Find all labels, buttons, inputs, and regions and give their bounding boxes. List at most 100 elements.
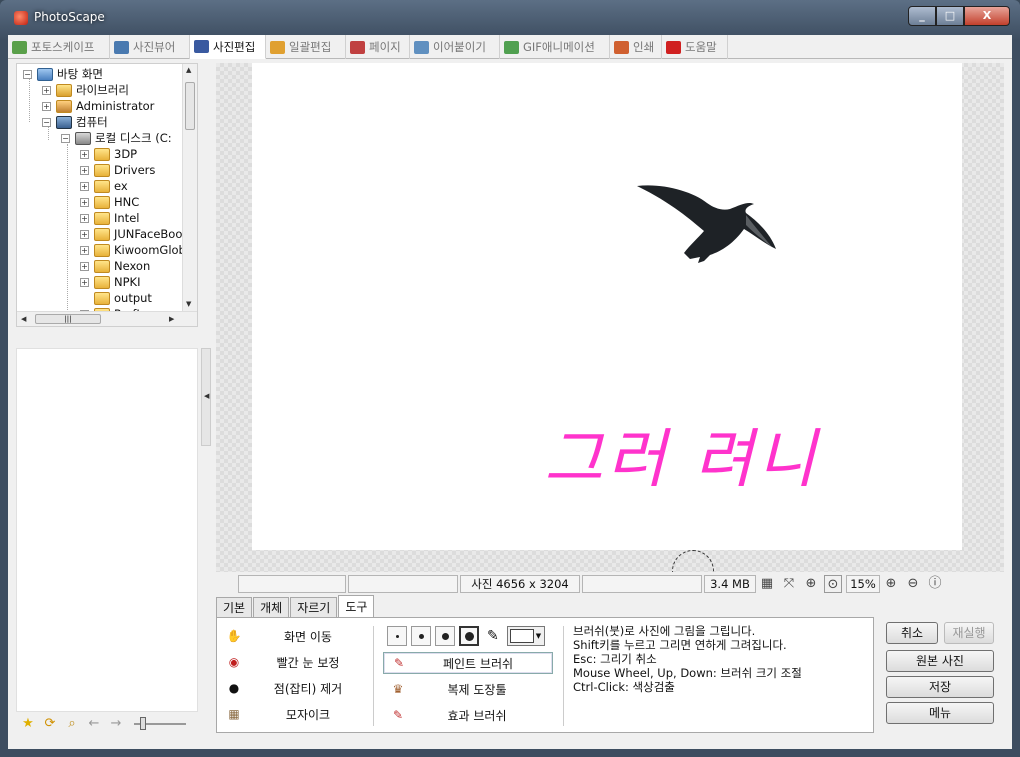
brush-tool-item[interactable]: ✎ 효과 브러쉬 [383, 704, 553, 726]
scroll-up-icon[interactable]: ▲ [186, 66, 191, 74]
brush-size-4[interactable] [459, 626, 479, 646]
computer-icon [56, 115, 72, 129]
scroll-right-icon[interactable]: ▶ [169, 315, 174, 323]
tab-6[interactable]: GIF애니메이션 [500, 35, 610, 59]
tab-2[interactable]: 사진편집 [190, 35, 266, 59]
tree-item-folder[interactable]: + JUNFaceBoo [80, 226, 182, 242]
expand-icon[interactable]: + [80, 229, 89, 239]
redo-button[interactable]: 재실행 [944, 622, 994, 644]
brush-color-picker[interactable]: ▼ [506, 626, 545, 646]
eyedropper-icon[interactable]: ✎ [487, 628, 499, 644]
tool-item[interactable]: ◉ 빨간 눈 보정 [225, 651, 363, 673]
tree-item-folder[interactable]: + NPKI [80, 274, 140, 290]
tab-4[interactable]: 페이지 [346, 35, 410, 59]
expand-icon[interactable]: + [42, 85, 51, 95]
tool-item[interactable]: ● 점(잡티) 제거 [225, 677, 363, 699]
tree-item-folder[interactable]: + KiwoomGlob [80, 242, 186, 258]
zoom-out-icon[interactable]: ⊖ [904, 575, 922, 593]
scroll-thumb[interactable] [185, 82, 195, 130]
tool-item[interactable]: ✋ 화면 이동 [225, 625, 363, 647]
brush-size-3[interactable] [435, 626, 455, 646]
star-icon[interactable]: ★ [20, 716, 36, 732]
brush-tool-item[interactable]: ✎ 페인트 브러쉬 [383, 652, 553, 674]
tab-0[interactable]: 포토스케이프 [8, 35, 110, 59]
tree-item-desktop[interactable]: − 바탕 화면 [23, 66, 103, 82]
tree-item-administrator[interactable]: + Administrator [42, 98, 154, 114]
menu-button[interactable]: 메뉴 [886, 702, 994, 724]
minimize-button[interactable]: _ [908, 6, 936, 26]
panel-tab-0[interactable]: 기본 [216, 597, 253, 617]
back-arrow-icon[interactable]: ← [86, 716, 102, 732]
original-photo-button[interactable]: 원본 사진 [886, 650, 994, 672]
tab-5[interactable]: 이어붙이기 [410, 35, 500, 59]
expand-icon[interactable]: + [80, 245, 89, 255]
expand-icon[interactable]: + [80, 165, 89, 175]
save-button[interactable]: 저장 [886, 676, 994, 698]
tree-item-local-disk[interactable]: − 로컬 디스크 (C: [61, 130, 172, 146]
panel-tab-2[interactable]: 자르기 [290, 597, 338, 617]
close-button[interactable]: X [964, 6, 1010, 26]
tree-label: Administrator [76, 99, 155, 113]
folder-icon [94, 291, 110, 305]
tab-7[interactable]: 인쇄 [610, 35, 662, 59]
tool-item[interactable]: ▦ 모자이크 [225, 703, 363, 725]
refresh-icon[interactable]: ⟳ [42, 716, 58, 732]
tab-1[interactable]: 사진뷰어 [110, 35, 190, 59]
expand-icon[interactable]: + [80, 261, 89, 271]
scroll-down-icon[interactable]: ▼ [186, 300, 191, 308]
photo-image[interactable]: 그러 려니 [252, 63, 962, 550]
slider-handle[interactable] [140, 717, 146, 730]
actual-size-icon[interactable]: ⊕ [802, 575, 820, 593]
collapse-icon[interactable]: − [23, 69, 32, 79]
expand-icon[interactable]: + [80, 181, 89, 191]
tree-item-folder[interactable]: output [80, 290, 152, 306]
title-bar[interactable]: PhotoScape _ □ X [0, 0, 1020, 36]
collapse-icon[interactable]: − [61, 133, 70, 143]
photo-content: 그러 려니 [544, 185, 817, 497]
info-icon[interactable]: ⓘ [926, 575, 944, 593]
collapse-icon[interactable]: − [42, 117, 51, 127]
tree-item-folder[interactable]: + HNC [80, 194, 139, 210]
thumbnail-size-slider[interactable] [134, 717, 186, 730]
undo-button[interactable]: 취소 [886, 622, 938, 644]
tree-item-folder[interactable]: + Drivers [80, 162, 155, 178]
transparency-icon[interactable]: ▦ [758, 575, 776, 593]
expand-icon[interactable]: + [80, 277, 89, 287]
photo-canvas[interactable]: 그러 려니 [216, 63, 1004, 572]
folder-tree[interactable]: − 바탕 화면 + 라이브러리 + Administrator − 컴퓨터 − [16, 63, 198, 327]
panel-tab-1[interactable]: 개체 [253, 597, 290, 617]
zoom-fit-icon[interactable]: ⊙ [824, 575, 842, 593]
tree-item-folder[interactable]: + Nexon [80, 258, 150, 274]
scroll-thumb[interactable]: ||| [35, 314, 101, 324]
expand-icon[interactable]: + [42, 101, 51, 111]
tree-item-folder[interactable]: + ex [80, 178, 128, 194]
tree-horizontal-scrollbar[interactable]: ◀ ||| ▶ [17, 311, 197, 326]
zoom-in-icon[interactable]: ⊕ [882, 575, 900, 593]
brush-size-2[interactable] [411, 626, 431, 646]
tree-item-folder[interactable]: +3DP [80, 146, 137, 162]
collapse-left-pane-icon[interactable]: ◀ [204, 392, 209, 400]
expand-icon[interactable]: + [80, 213, 89, 223]
fit-window-icon[interactable]: ⤧ [780, 575, 798, 593]
tab-3[interactable]: 일괄편집 [266, 35, 346, 59]
expand-icon[interactable] [80, 293, 89, 303]
tree-item-library[interactable]: + 라이브러리 [42, 82, 129, 98]
tree-item-computer[interactable]: − 컴퓨터 [42, 114, 108, 130]
brush-tool-item[interactable]: ♛ 복제 도장툴 [383, 678, 553, 700]
expand-icon[interactable]: + [80, 197, 89, 207]
status-cell-empty [582, 575, 702, 593]
tree-label: HNC [114, 195, 140, 209]
tree-vertical-scrollbar[interactable]: ▲ ▼ [182, 64, 197, 312]
thumbnail-panel[interactable] [16, 348, 198, 712]
folder-search-icon[interactable]: ⌕ [64, 716, 80, 732]
mosaic-icon: ▦ [228, 707, 240, 721]
panel-tab-3[interactable]: 도구 [338, 595, 375, 617]
scroll-left-icon[interactable]: ◀ [21, 315, 26, 323]
tab-8[interactable]: 도움말 [662, 35, 728, 59]
maximize-button[interactable]: □ [936, 6, 964, 26]
expand-icon[interactable]: + [80, 149, 89, 159]
tree-item-folder[interactable]: + Intel [80, 210, 139, 226]
tree-label: Intel [114, 211, 140, 225]
brush-size-1[interactable] [387, 626, 407, 646]
forward-arrow-icon[interactable]: → [108, 716, 124, 732]
